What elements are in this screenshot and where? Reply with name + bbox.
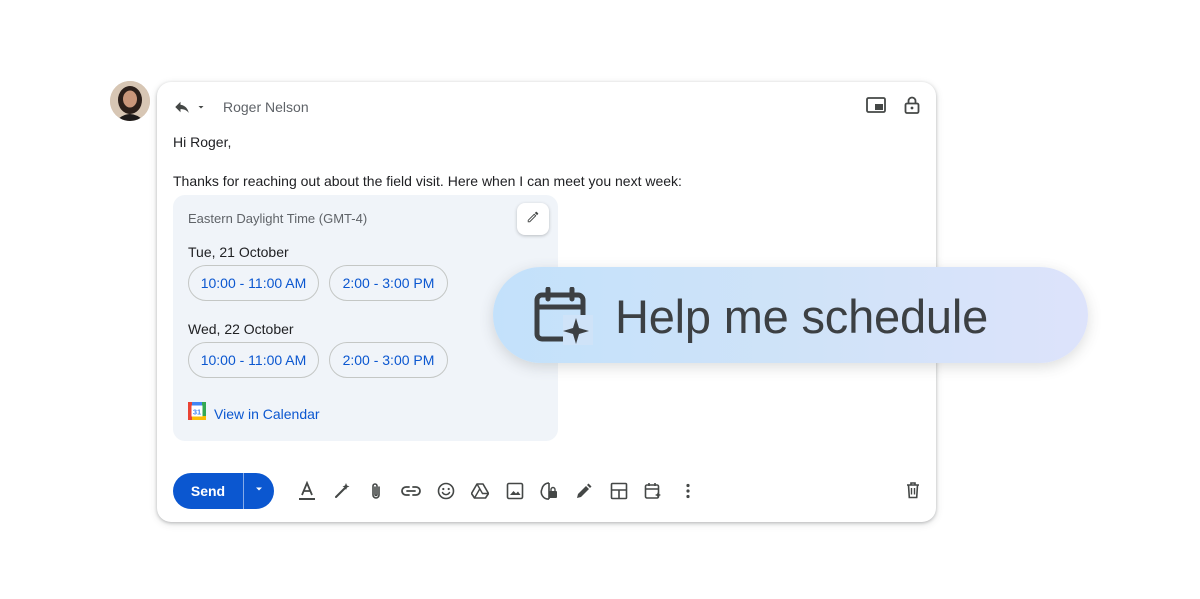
calendar-badge-text: 31 [193, 407, 201, 416]
compose-toolbar: Send [173, 473, 705, 509]
day-label: Wed, 22 October [188, 321, 294, 337]
pop-out-icon[interactable] [866, 97, 886, 113]
format-text-icon[interactable] [290, 477, 325, 505]
time-slot-button[interactable]: 10:00 - 11:00 AM [188, 265, 319, 301]
schedule-icon[interactable] [636, 477, 671, 505]
lock-icon[interactable] [904, 96, 920, 114]
reply-type-chevron-icon[interactable] [195, 101, 207, 113]
email-message[interactable]: Thanks for reaching out about the field … [173, 173, 682, 189]
edit-availability-button[interactable] [517, 203, 549, 235]
more-options-icon[interactable] [671, 477, 706, 505]
compose-header: Roger Nelson [173, 96, 309, 118]
trash-icon[interactable] [906, 481, 920, 504]
sender-avatar [110, 81, 150, 121]
day-label: Tue, 21 October [188, 244, 289, 260]
time-slot-group: 10:00 - 11:00 AM 2:00 - 3:00 PM [188, 265, 448, 301]
help-me-write-icon[interactable] [325, 477, 360, 505]
google-calendar-icon: 31 [188, 402, 206, 425]
time-slot-button[interactable]: 10:00 - 11:00 AM [188, 342, 319, 378]
confidential-mode-icon[interactable] [532, 477, 567, 505]
formatting-tools [290, 477, 705, 505]
timezone-label: Eastern Daylight Time (GMT-4) [188, 211, 368, 226]
time-slot-group: 10:00 - 11:00 AM 2:00 - 3:00 PM [188, 342, 448, 378]
email-greeting[interactable]: Hi Roger, [173, 134, 231, 150]
help-me-schedule-label: Help me schedule [615, 290, 989, 343]
help-me-schedule-badge: Help me schedule [493, 267, 1088, 363]
layout-icon[interactable] [601, 477, 636, 505]
attach-icon[interactable] [359, 477, 394, 505]
send-options-button[interactable] [243, 473, 274, 509]
send-button-group: Send [173, 473, 274, 509]
link-icon[interactable] [394, 477, 429, 505]
send-button[interactable]: Send [173, 473, 243, 509]
time-slot-button[interactable]: 2:00 - 3:00 PM [329, 265, 448, 301]
compose-header-actions [866, 96, 920, 114]
recipient-name[interactable]: Roger Nelson [223, 99, 309, 115]
drive-icon[interactable] [463, 477, 498, 505]
photo-icon[interactable] [498, 477, 533, 505]
signature-icon[interactable] [567, 477, 602, 505]
emoji-icon[interactable] [428, 477, 463, 505]
view-in-calendar-link[interactable]: 31 View in Calendar [188, 402, 320, 425]
pencil-icon [526, 210, 540, 229]
view-in-calendar-label: View in Calendar [214, 405, 320, 422]
reply-icon[interactable] [173, 98, 191, 116]
time-slot-button[interactable]: 2:00 - 3:00 PM [329, 342, 448, 378]
chevron-down-icon [253, 482, 265, 500]
calendar-sparkle-icon [533, 286, 593, 350]
